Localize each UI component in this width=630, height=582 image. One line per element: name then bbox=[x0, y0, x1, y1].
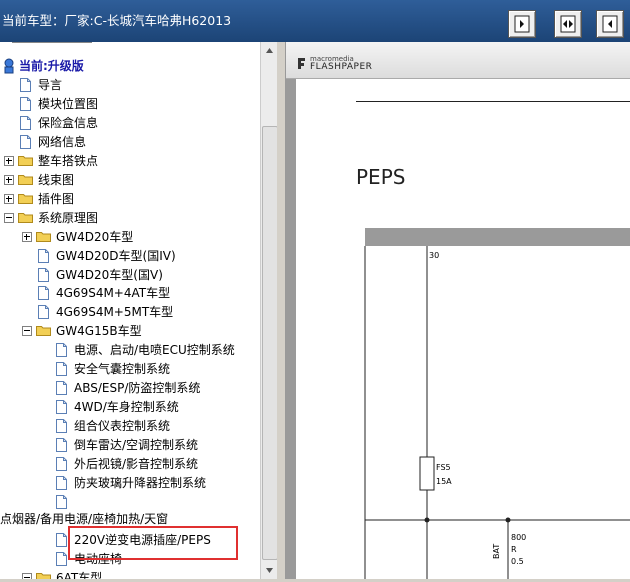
tree-item-label: GW4D20车型 bbox=[56, 230, 134, 244]
document-icon bbox=[56, 400, 67, 414]
expand-icon[interactable] bbox=[4, 175, 14, 185]
scroll-thumb[interactable] bbox=[262, 126, 278, 560]
wire-code-label: 800 bbox=[511, 533, 527, 542]
window-title: 当前车型：厂家:C-长城汽车哈弗H62013 bbox=[2, 13, 232, 28]
document-icon bbox=[56, 476, 67, 490]
document-icon bbox=[38, 268, 49, 282]
folder-icon bbox=[18, 156, 33, 166]
chevron-up-icon bbox=[266, 48, 273, 53]
folder-icon bbox=[36, 232, 51, 242]
wire-color-label: R bbox=[511, 545, 517, 554]
expand-icon[interactable] bbox=[22, 232, 32, 242]
tree-item-label: 4WD/车身控制系统 bbox=[74, 400, 179, 414]
collapse-icon[interactable] bbox=[22, 573, 32, 579]
tree-item-label: GW4D20车型(国V) bbox=[56, 268, 163, 282]
document-icon bbox=[38, 305, 49, 319]
tree-item-label: 系统原理图 bbox=[38, 211, 99, 225]
document-icon bbox=[56, 381, 67, 395]
fuse-fs5 bbox=[419, 456, 435, 491]
chevron-down-icon bbox=[266, 568, 273, 573]
collapse-icon[interactable] bbox=[4, 213, 14, 223]
tree-cut-row bbox=[12, 42, 92, 50]
tree-item-label: 6AT车型 bbox=[56, 571, 103, 579]
diagram-bar bbox=[365, 228, 630, 246]
tree-item-label: 防夹玻璃升降器控制系统 bbox=[74, 476, 207, 490]
tree-item-label: 整车搭铁点 bbox=[38, 154, 99, 168]
fit-width-icon bbox=[560, 15, 576, 33]
document-icon bbox=[38, 249, 49, 263]
tree-item-label: 安全气囊控制系统 bbox=[74, 362, 171, 376]
tree-item-label: 倒车雷达/空调控制系统 bbox=[74, 438, 199, 452]
tree-item-label: ABS/ESP/防盗控制系统 bbox=[74, 381, 201, 395]
tree-item-label: 4G69S4M+4AT车型 bbox=[56, 286, 171, 300]
document-icon bbox=[38, 286, 49, 300]
scroll-up-arrow[interactable] bbox=[261, 42, 278, 59]
expand-icon[interactable] bbox=[4, 194, 14, 204]
wiring-diagram bbox=[364, 228, 630, 579]
document-icon bbox=[56, 362, 67, 376]
document-icon bbox=[56, 533, 67, 547]
tree-item-label: GW4D20D车型(国IV) bbox=[56, 249, 176, 263]
panel-splitter[interactable] bbox=[277, 42, 286, 579]
document-icon bbox=[56, 438, 67, 452]
folder-icon bbox=[18, 194, 33, 204]
folder-icon bbox=[18, 175, 33, 185]
tree-root-label: 当前:升级版 bbox=[19, 59, 84, 73]
document-icon bbox=[56, 552, 67, 566]
tree-scrollbar[interactable] bbox=[260, 42, 278, 579]
folder-icon bbox=[36, 573, 51, 579]
tree-item-label: 4G69S4M+5MT车型 bbox=[56, 305, 174, 319]
tree-item-label: 线束图 bbox=[38, 173, 75, 187]
document-icon bbox=[56, 419, 67, 433]
tree-item-label: 保险盒信息 bbox=[38, 116, 99, 130]
flashpaper-icon bbox=[298, 58, 305, 69]
document-icon bbox=[56, 457, 67, 471]
wire-label-30: 30 bbox=[429, 251, 440, 260]
fuse-rating-label: 15A bbox=[436, 477, 452, 486]
document-icon bbox=[20, 78, 31, 92]
navigation-tree[interactable]: 当前:升级版 导言模块位置图保险盒信息网络信息整车搭铁点线束图插件图系统原理图 G… bbox=[0, 42, 260, 579]
document-page: PEPS 30 FS5 15A 800 R 0.5 BAT bbox=[296, 79, 630, 579]
next-page-button[interactable] bbox=[596, 10, 624, 38]
tree-item-label: 外后视镜/影音控制系统 bbox=[74, 457, 199, 471]
fuse-id-label: FS5 bbox=[436, 463, 451, 472]
tree-item-label: 导言 bbox=[38, 78, 63, 92]
tree-item-label: 电源、启动/电喷ECU控制系统 bbox=[74, 343, 235, 357]
document-icon bbox=[20, 97, 31, 111]
scroll-down-arrow[interactable] bbox=[261, 562, 278, 579]
document-icon bbox=[20, 135, 31, 149]
folder-icon bbox=[36, 326, 51, 336]
document-icon bbox=[20, 116, 31, 130]
tree-item-label: GW4G15B车型 bbox=[56, 324, 142, 338]
document-icon bbox=[56, 495, 67, 509]
tree-item-label: 模块位置图 bbox=[38, 97, 99, 111]
connector-label: BAT bbox=[492, 543, 501, 559]
fit-width-button[interactable] bbox=[554, 10, 582, 38]
tree-item-label: 组合仪表控制系统 bbox=[74, 419, 171, 433]
collapse-icon[interactable] bbox=[22, 326, 32, 336]
viewer-toolbar: macromedia FLASHPAPER bbox=[286, 42, 630, 79]
tree-item-label: 网络信息 bbox=[38, 135, 87, 149]
prev-page-icon bbox=[514, 15, 530, 33]
next-page-icon bbox=[602, 15, 618, 33]
wire-size-label: 0.5 bbox=[511, 557, 524, 566]
folder-icon bbox=[18, 213, 33, 223]
title-bar: 当前车型：厂家:C-长城汽车哈弗H62013 bbox=[0, 0, 630, 42]
selection-highlight bbox=[68, 526, 238, 560]
tree-item-label: 插件图 bbox=[38, 192, 75, 206]
root-icon bbox=[4, 58, 14, 74]
expand-icon[interactable] bbox=[4, 156, 14, 166]
prev-page-button[interactable] bbox=[508, 10, 536, 38]
document-viewer[interactable]: macromedia FLASHPAPER PEPS 30 FS5 15A 80… bbox=[286, 42, 630, 579]
document-icon bbox=[56, 343, 67, 357]
